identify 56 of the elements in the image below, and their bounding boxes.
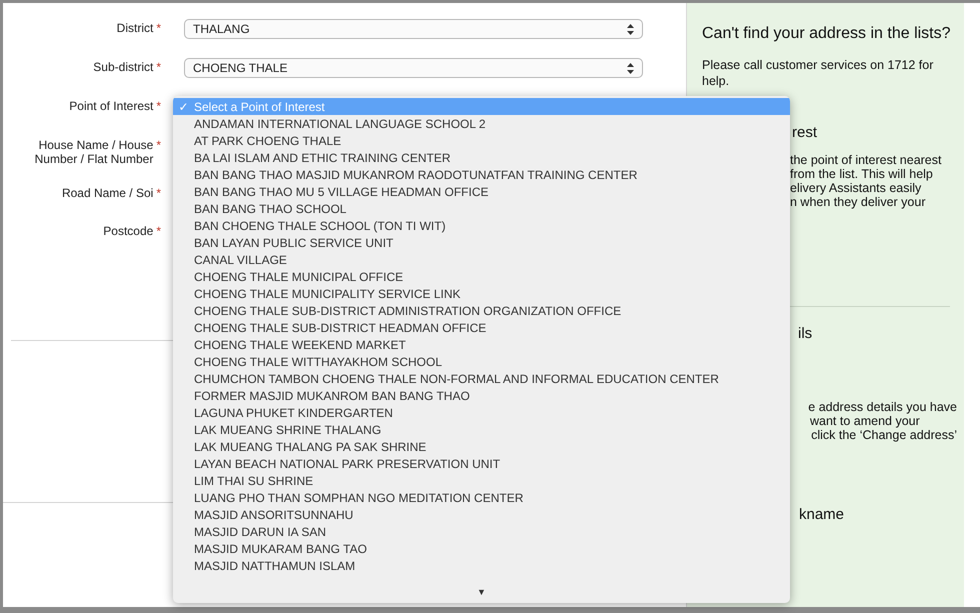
field-label: Road Name / Soi — [62, 186, 154, 200]
field-label: Sub-district — [93, 60, 154, 74]
panel-text: click the ‘Change address’ — [811, 428, 957, 442]
panel-heading: Can't find your address in the lists? — [702, 24, 952, 44]
select-field[interactable]: CHOENG THALE — [184, 58, 643, 78]
panel-text: from the list. This will help — [790, 167, 934, 181]
field-label: District — [116, 21, 154, 35]
field-label: House Name / House Number / Flat Number — [34, 138, 154, 166]
dropdown-option[interactable]: LAK MUEANG THALANG PA SAK SHRINE — [173, 438, 790, 455]
dropdown-option[interactable]: BAN BANG THAO SCHOOL — [173, 200, 790, 217]
scroll-down-arrow[interactable]: ▼ — [477, 586, 486, 598]
panel-text: elivery Assistants easily — [790, 181, 922, 195]
stepper-icon — [627, 24, 634, 34]
required-mark: * — [156, 60, 161, 74]
dropdown-option[interactable]: MASJID NATTHAMUN ISLAM — [173, 557, 790, 574]
dropdown-option[interactable]: LUANG PHO THAN SOMPHAN NGO MEDITATION CENTER — [173, 489, 790, 506]
dropdown-option[interactable]: CHOENG THALE WITTHAYAKHOM SCHOOL — [173, 353, 790, 370]
dropdown-option[interactable]: CHOENG THALE MUNICIPAL OFFICE — [173, 268, 790, 285]
required-mark: * — [156, 224, 161, 238]
dropdown-option[interactable]: CHOENG THALE MUNICIPALITY SERVICE LINK — [173, 285, 790, 302]
dropdown-option[interactable]: LAGUNA PHUKET KINDERGARTEN — [173, 404, 790, 421]
required-mark: * — [156, 99, 161, 113]
dropdown-option[interactable]: MASJID MUKARAM BANG TAO — [173, 540, 790, 557]
dropdown-option[interactable]: BA LAI ISLAM AND ETHIC TRAINING CENTER — [173, 149, 790, 166]
dropdown-option[interactable]: BAN LAYAN PUBLIC SERVICE UNIT — [173, 234, 790, 251]
dropdown-option[interactable]: BAN BANG THAO MASJID MUKANROM RAODOTUNATFAN TRAINING CENTER — [173, 166, 790, 183]
dropdown-option[interactable]: CHOENG THALE SUB-DISTRICT HEADMAN OFFICE — [173, 319, 790, 336]
panel-text: Please call customer services on 1712 for help. — [702, 57, 934, 89]
dropdown-option[interactable]: CHOENG THALE SUB-DISTRICT ADMINISTRATION ORGANIZATION OFFICE — [173, 302, 790, 319]
dropdown-option[interactable]: MASJID DARUN IA SAN — [173, 523, 790, 540]
field-label: Postcode — [103, 224, 154, 238]
dropdown-option[interactable]: LAK MUEANG SHRINE THALANG — [173, 421, 790, 438]
dropdown-option[interactable]: ANDAMAN INTERNATIONAL LANGUAGE SCHOOL 2 — [173, 115, 790, 132]
select-field[interactable]: THALANG — [184, 19, 643, 39]
dropdown-option[interactable]: CANAL VILLAGE — [173, 251, 790, 268]
dropdown-option[interactable]: AT PARK CHOENG THALE — [173, 132, 790, 149]
panel-heading: kname — [799, 506, 846, 524]
required-mark: * — [156, 21, 161, 35]
panel-heading: rest — [792, 123, 818, 143]
dropdown-option[interactable]: LIM THAI SU SHRINE — [173, 472, 790, 489]
dropdown-option[interactable]: BAN BANG THAO MU 5 VILLAGE HEADMAN OFFICE — [173, 183, 790, 200]
panel-text: want to amend your — [810, 414, 920, 428]
panel-text: n when they deliver your — [790, 195, 926, 209]
dropdown-option[interactable]: CHOENG THALE WEEKEND MARKET — [173, 336, 790, 353]
field-label: Point of Interest — [69, 99, 154, 113]
stepper-icon — [627, 62, 634, 74]
dropdown-option[interactable]: FORMER MASJID MUKANROM BAN BANG THAO — [173, 387, 790, 404]
panel-heading: ils — [798, 324, 814, 344]
dropdown-option[interactable]: CHUMCHON TAMBON CHOENG THALE NON-FORMAL AND INFORMAL EDUCATION CENTER — [173, 370, 790, 387]
dropdown-option[interactable]: BAN CHOENG THALE SCHOOL (TON TI WIT) — [173, 217, 790, 234]
panel-text: e address details you have — [808, 400, 957, 414]
required-mark: * — [156, 186, 161, 200]
required-mark: * — [156, 138, 161, 152]
dropdown-option[interactable]: MASJID ANSORITSUNNAHU — [173, 506, 790, 523]
panel-text: the point of interest nearest — [790, 153, 942, 167]
dropdown-option[interactable]: LAYAN BEACH NATIONAL PARK PRESERVATION UNIT — [173, 455, 790, 472]
